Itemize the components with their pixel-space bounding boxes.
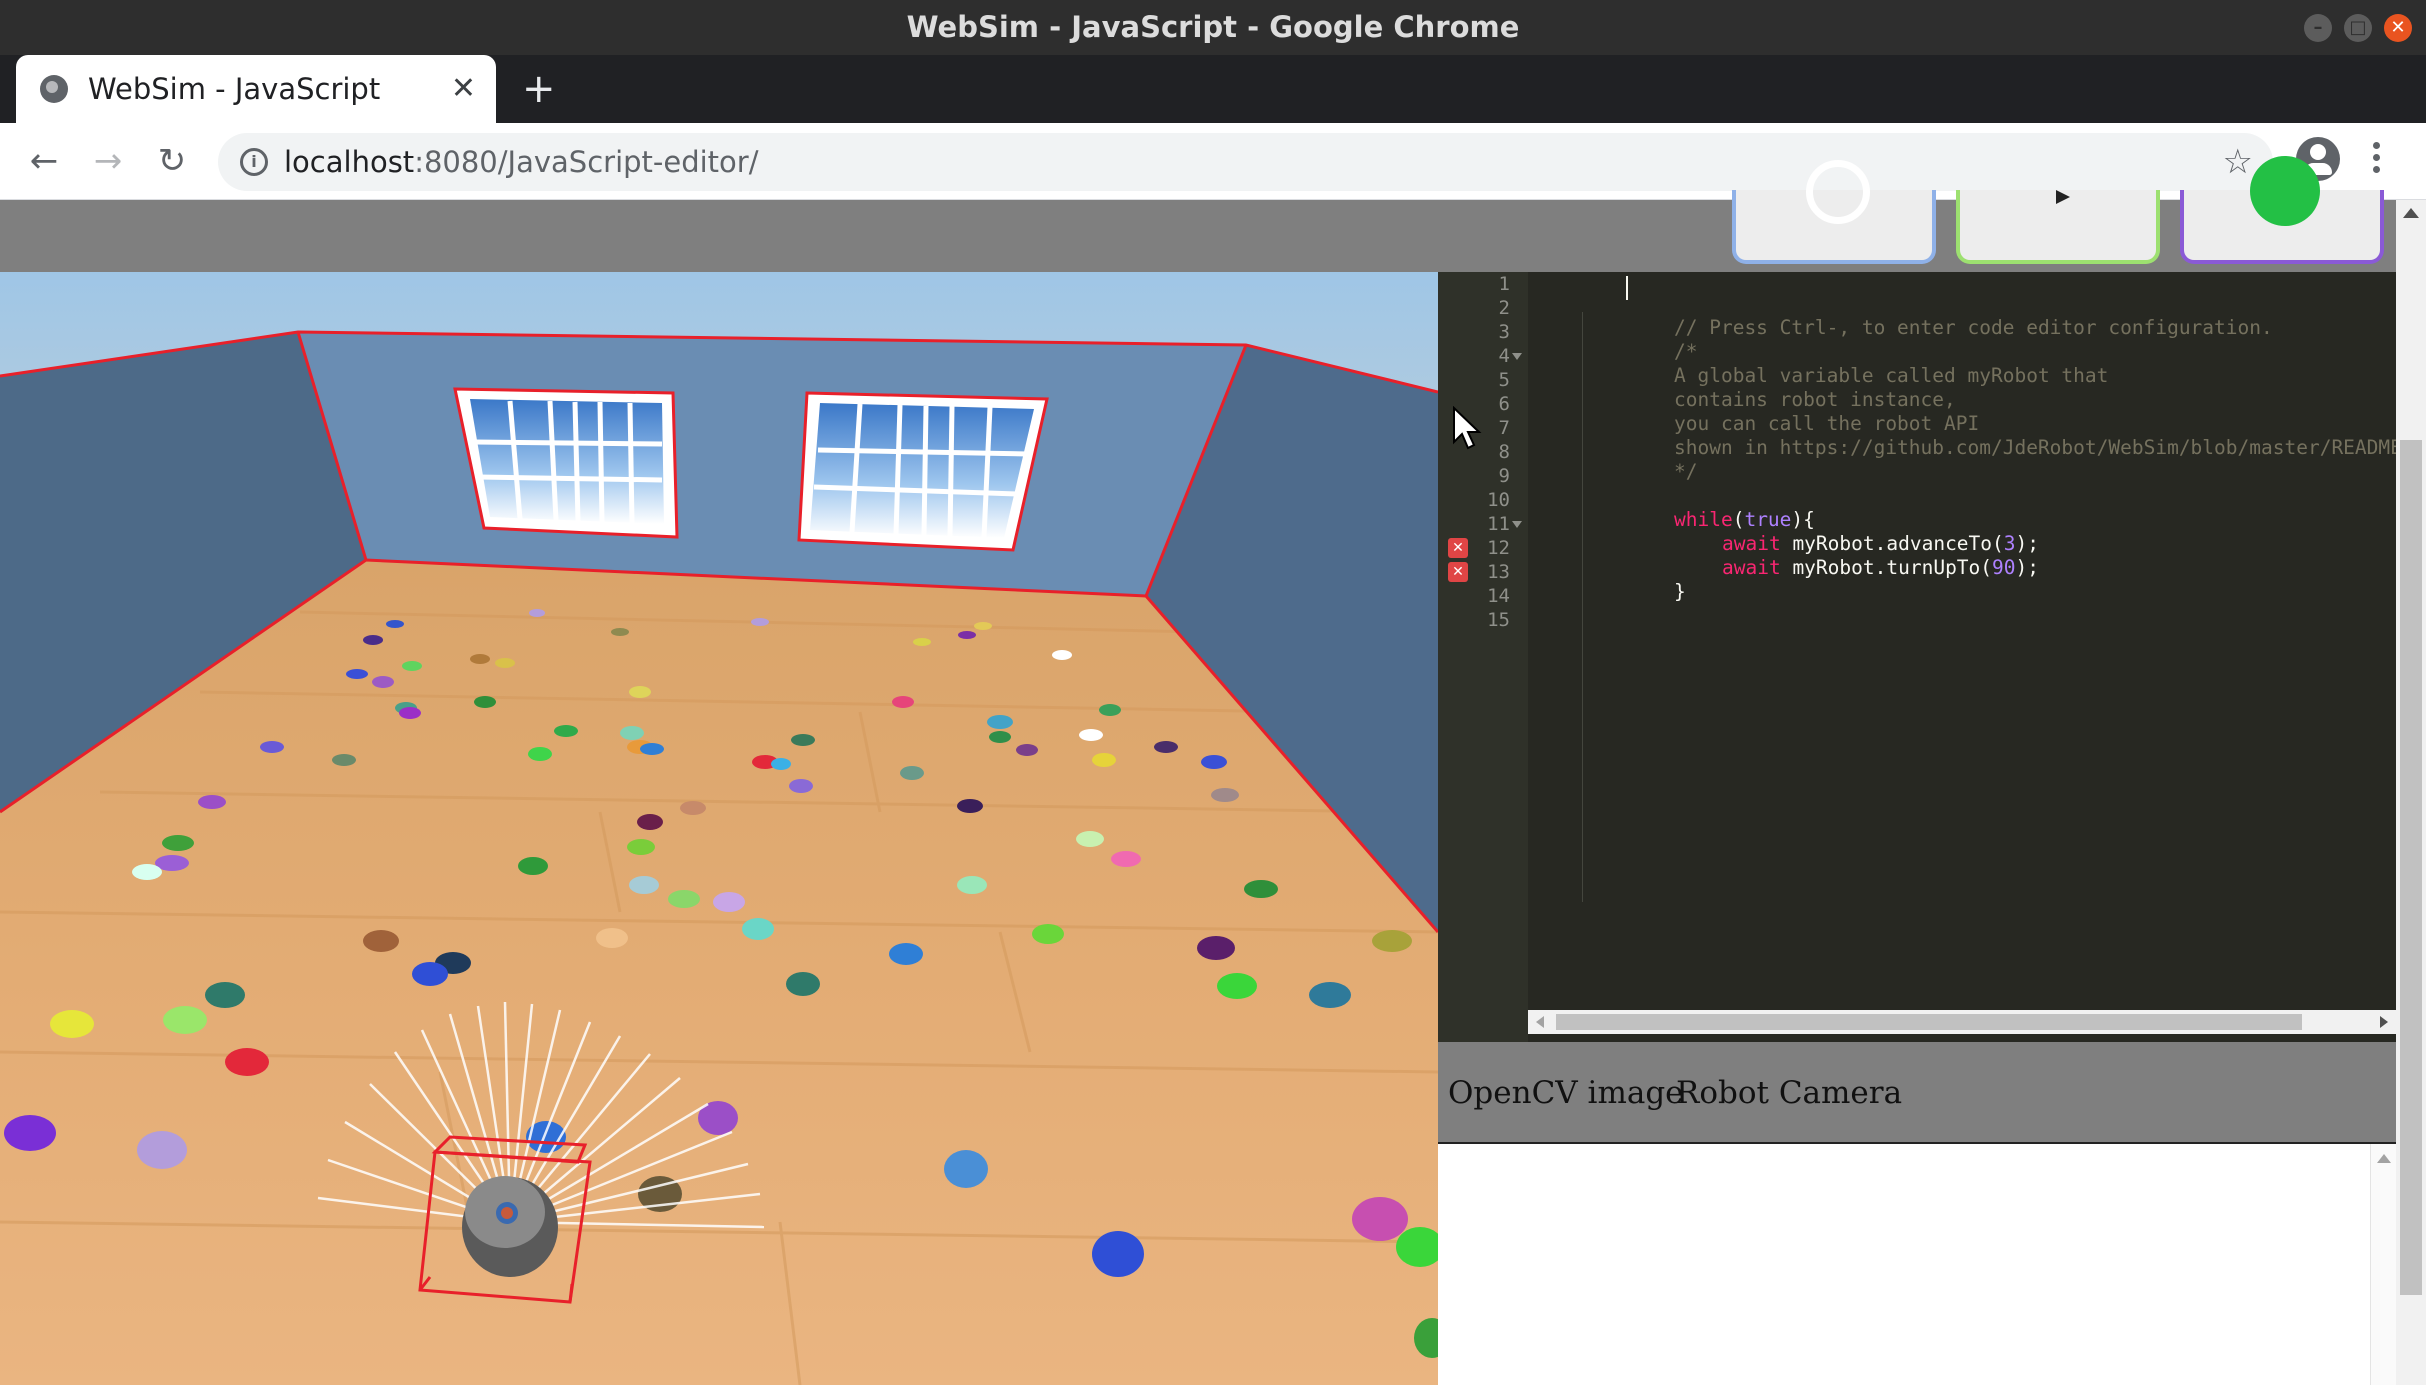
page-scrollbar[interactable]: [2396, 200, 2426, 1385]
forward-button[interactable]: →: [82, 135, 134, 187]
browser-toolbar: ← → ↻ i localhost:8080/JavaScript-editor…: [0, 123, 2426, 200]
play-button[interactable]: [1956, 190, 2160, 264]
page-scrollbar-thumb[interactable]: [2400, 440, 2422, 1295]
tab-close-button[interactable]: ✕: [451, 55, 476, 123]
mouse-pointer-icon: [1453, 406, 1482, 450]
editor-horizontal-scrollbar[interactable]: [1528, 1010, 2396, 1034]
browser-tab[interactable]: WebSim - JavaScript ✕: [16, 55, 496, 123]
code-editor[interactable]: 1 2 3 4 5 6 7 8 9 10 11 12 ✕ 13 ✕ 14 15 // Press Ctrl-, …: [1438, 272, 2396, 1042]
new-tab-button[interactable]: +: [522, 55, 556, 123]
tab-strip: WebSim - JavaScript ✕ +: [0, 55, 2426, 123]
code-line-11: while(true){: [1674, 508, 1815, 531]
scroll-up-arrow-icon[interactable]: [2377, 1154, 2391, 1163]
close-window-button[interactable]: ✕: [2384, 14, 2412, 42]
bookmark-star-icon[interactable]: ☆: [2223, 133, 2253, 191]
line-number: 9: [1498, 465, 1510, 487]
page-scroll-up-icon[interactable]: [2403, 208, 2419, 218]
pane-scrollbar[interactable]: [2370, 1144, 2396, 1385]
line-number: 15: [1487, 609, 1510, 631]
back-button[interactable]: ←: [18, 135, 70, 187]
site-info-icon[interactable]: i: [240, 148, 268, 176]
reset-icon: [1806, 160, 1870, 224]
error-icon[interactable]: ✕: [1448, 538, 1468, 558]
scroll-right-arrow-icon[interactable]: [2380, 1016, 2388, 1028]
url-text[interactable]: localhost:8080/JavaScript-editor/: [284, 133, 758, 191]
go-button[interactable]: [2180, 156, 2384, 264]
reload-button[interactable]: ↻: [146, 135, 198, 187]
browser-menu-button[interactable]: [2366, 137, 2386, 185]
code-line-3: // Press Ctrl-, to enter code editor con…: [1674, 316, 2273, 339]
code-line-8: shown in https://github.com/JdeRobot/Web…: [1674, 436, 2396, 459]
editor-gutter: 1 2 3 4 5 6 7 8 9 10 11 12 ✕ 13 ✕ 14 15: [1438, 272, 1528, 1042]
simulation-3d-view[interactable]: [0, 272, 1438, 1385]
code-line-7: you can call the robot API: [1674, 412, 1980, 435]
line-number: 3: [1498, 321, 1510, 343]
error-icon[interactable]: ✕: [1448, 562, 1468, 582]
maximize-button[interactable]: □: [2344, 14, 2372, 42]
address-bar[interactable]: i localhost:8080/JavaScript-editor/ ☆: [218, 133, 2273, 191]
camera-view-pane: [1438, 1144, 2396, 1385]
tab-robot-camera[interactable]: Robot Camera: [1676, 1042, 1902, 1144]
globe-icon: [40, 75, 68, 103]
code-line-5: A global variable called myRobot that: [1674, 364, 2109, 387]
back-wall: [298, 332, 1246, 596]
fold-arrow-icon[interactable]: [1512, 521, 1522, 528]
window-left: [453, 387, 679, 539]
tab-title: WebSim - JavaScript: [88, 72, 381, 106]
play-icon: [2056, 190, 2070, 204]
code-line-12: await myRobot.advanceTo(3);: [1722, 532, 2039, 555]
editor-code-area[interactable]: // Press Ctrl-, to enter code editor con…: [1528, 272, 2396, 972]
url-path: :8080/JavaScript-editor/: [414, 145, 759, 179]
code-line-6: contains robot instance,: [1674, 388, 1956, 411]
line-number: 11: [1487, 513, 1510, 535]
line-number: 1: [1498, 273, 1510, 295]
reset-button[interactable]: [1732, 160, 1936, 264]
scroll-left-arrow-icon[interactable]: [1536, 1016, 1544, 1028]
line-number: 14: [1487, 585, 1510, 607]
window-right: [797, 391, 1049, 552]
url-host: localhost: [284, 145, 415, 179]
line-number: 4: [1498, 345, 1510, 367]
go-icon: [2250, 156, 2320, 226]
view-tabs: OpenCV image Robot Camera: [1438, 1042, 2396, 1144]
text-cursor: [1626, 276, 1628, 300]
page-content: 1 2 3 4 5 6 7 8 9 10 11 12 ✕ 13 ✕ 14 15 // Press Ctrl-, …: [0, 156, 2426, 1385]
code-line-14: }: [1674, 580, 1686, 603]
line-number: 5: [1498, 369, 1510, 391]
scrollbar-thumb[interactable]: [1556, 1014, 2302, 1030]
window-title: WebSim - JavaScript - Google Chrome: [906, 10, 1520, 44]
line-number: 2: [1498, 297, 1510, 319]
minimize-button[interactable]: –: [2304, 14, 2332, 42]
tab-opencv-image[interactable]: OpenCV image: [1448, 1042, 1684, 1144]
window-titlebar: WebSim - JavaScript - Google Chrome – □ …: [0, 0, 2426, 55]
code-line-9: */: [1674, 460, 1698, 483]
code-line-13: await myRobot.turnUpTo(90);: [1722, 556, 2039, 579]
code-line-4: /*: [1674, 340, 1698, 363]
line-number: 10: [1487, 489, 1510, 511]
fold-arrow-icon[interactable]: [1512, 353, 1522, 360]
